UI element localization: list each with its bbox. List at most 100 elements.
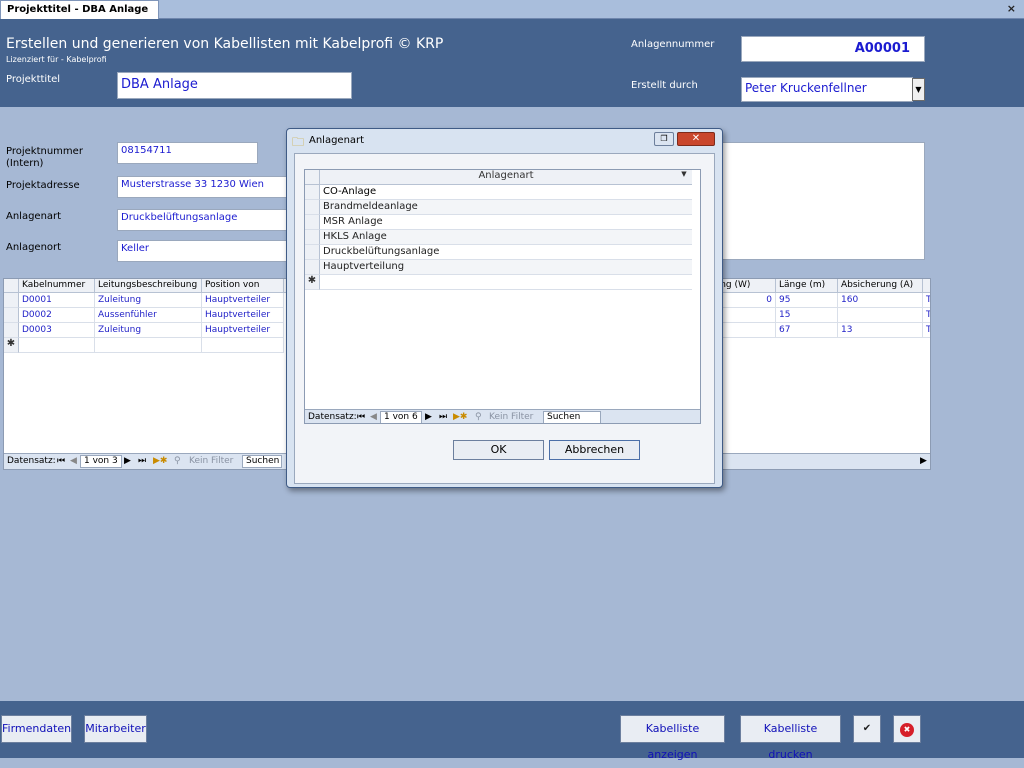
row-selector[interactable]	[4, 308, 19, 323]
row-selector[interactable]	[305, 215, 320, 230]
column-header[interactable]: Leitungsbeschreibung	[95, 279, 202, 293]
row-selector[interactable]	[305, 200, 320, 215]
column-header[interactable]: Position von	[202, 279, 284, 293]
plant-location-field[interactable]: Keller	[117, 240, 287, 262]
project-address-label: Projektadresse	[6, 180, 80, 191]
first-record-icon[interactable]: ⏮	[57, 456, 65, 466]
created-by-field[interactable]: Peter Kruckenfellner	[741, 77, 913, 102]
record-position-input[interactable]: 1 von 6	[380, 411, 422, 423]
column-header[interactable]: Absicherung (A)	[838, 279, 923, 293]
row-selector[interactable]	[305, 185, 320, 200]
chevron-down-icon[interactable]: ▼	[677, 170, 691, 185]
row-selector[interactable]	[305, 245, 320, 260]
table-cell[interactable]: 15	[776, 308, 838, 323]
employees-button[interactable]: Mitarbeiter	[84, 715, 147, 743]
row-selector[interactable]	[4, 293, 19, 308]
folder-icon: 🗀	[292, 135, 305, 149]
cancel-button[interactable]: ✖	[893, 715, 921, 743]
table-cell[interactable]: 160	[838, 293, 923, 308]
confirm-icon[interactable]: ✔	[853, 715, 881, 743]
row-selector[interactable]	[305, 230, 320, 245]
filter-icon[interactable]: ⚲	[475, 412, 482, 422]
project-title-field[interactable]: DBA Anlage	[117, 72, 352, 99]
show-cable-list-button[interactable]: Kabelliste anzeigen	[620, 715, 725, 761]
table-cell[interactable]: T	[923, 308, 930, 323]
project-address-field[interactable]: Musterstrasse 33 1230 Wien	[117, 176, 287, 198]
table-cell[interactable]: Hauptverteiler	[202, 323, 284, 338]
document-tab[interactable]: Projekttitel - DBA Anlage	[0, 0, 160, 19]
select-all-corner[interactable]	[4, 279, 19, 293]
record-position-input[interactable]: 1 von 3	[80, 455, 122, 468]
list-item[interactable]: Hauptverteilung	[320, 260, 692, 275]
table-cell[interactable]: Zuleitung	[95, 293, 202, 308]
scroll-right-icon[interactable]: ▶	[920, 456, 927, 466]
form-footer: Firmendaten Mitarbeiter Kabelliste anzei…	[0, 701, 1024, 761]
new-row-marker[interactable]: ✱	[4, 338, 19, 353]
ok-button[interactable]: OK	[453, 440, 544, 460]
plant-type-grid: Anlagenart ▼ CO-Anlage Brandmeldeanlage …	[304, 169, 701, 424]
row-selector[interactable]	[4, 323, 19, 338]
list-item[interactable]: Brandmeldeanlage	[320, 200, 692, 215]
table-cell[interactable]	[19, 338, 95, 353]
table-cell[interactable]: 95	[776, 293, 838, 308]
list-item[interactable]: MSR Anlage	[320, 215, 692, 230]
plant-type-label: Anlagenart	[6, 211, 62, 222]
license-text: Lizenziert für - Kabelprofi	[6, 55, 107, 64]
table-cell[interactable]: 67	[776, 323, 838, 338]
list-item[interactable]: CO-Anlage	[320, 185, 692, 200]
first-record-icon[interactable]: ⏮	[357, 412, 365, 422]
column-header[interactable]: Kabelnummer	[19, 279, 95, 293]
close-icon[interactable]: ×	[1007, 0, 1016, 17]
company-data-button[interactable]: Firmendaten	[1, 715, 72, 743]
dialog-title: Anlagenart	[309, 135, 365, 146]
list-item[interactable]	[320, 275, 692, 290]
new-record-icon[interactable]: ▶✱	[453, 412, 467, 422]
column-header[interactable]: Anlagenart	[320, 170, 692, 185]
search-input[interactable]: Suchen	[543, 411, 601, 423]
table-cell[interactable]	[202, 338, 284, 353]
prev-record-icon[interactable]: ◀	[370, 412, 377, 422]
table-cell[interactable]: Zuleitung	[95, 323, 202, 338]
table-cell[interactable]: 13	[838, 323, 923, 338]
table-cell[interactable]: Aussenfühler	[95, 308, 202, 323]
last-record-icon[interactable]: ⏭	[138, 456, 146, 466]
prev-record-icon[interactable]: ◀	[70, 456, 77, 466]
last-record-icon[interactable]: ⏭	[439, 412, 447, 422]
cancel-icon: ✖	[900, 723, 914, 737]
table-cell[interactable]	[95, 338, 202, 353]
table-cell[interactable]: T	[923, 323, 930, 338]
chevron-down-icon[interactable]: ▼	[912, 78, 925, 101]
table-cell[interactable]: D0001	[19, 293, 95, 308]
new-row-marker[interactable]: ✱	[305, 275, 320, 290]
print-cable-list-button[interactable]: Kabelliste drucken	[740, 715, 841, 761]
app-title: Erstellen und generieren von Kabellisten…	[6, 36, 444, 52]
no-filter-button[interactable]: Kein Filter	[189, 456, 233, 466]
filter-icon[interactable]: ⚲	[174, 456, 181, 466]
column-header[interactable]: Länge (m)	[776, 279, 838, 293]
table-cell[interactable]: D0002	[19, 308, 95, 323]
search-input[interactable]: Suchen	[242, 455, 282, 468]
next-record-icon[interactable]: ▶	[425, 412, 432, 422]
list-item[interactable]: Druckbelüftungsanlage	[320, 245, 692, 260]
table-cell[interactable]: Hauptverteiler	[202, 308, 284, 323]
restore-icon[interactable]: ❐	[654, 132, 674, 146]
select-all-corner[interactable]	[305, 170, 320, 185]
table-cell[interactable]	[838, 308, 923, 323]
cancel-dialog-button[interactable]: Abbrechen	[549, 440, 640, 460]
table-cell[interactable]: Hauptverteiler	[202, 293, 284, 308]
plant-location-label: Anlagenort	[6, 242, 62, 253]
plant-type-field[interactable]: Druckbelüftungsanlage	[117, 209, 287, 231]
record-label: Datensatz:	[7, 456, 56, 466]
no-filter-button[interactable]: Kein Filter	[489, 412, 533, 422]
notes-field[interactable]	[700, 142, 925, 260]
project-number-field[interactable]: 08154711	[117, 142, 258, 164]
project-number-label: Projektnummer (Intern)	[6, 146, 83, 169]
table-cell[interactable]: D0003	[19, 323, 95, 338]
table-cell[interactable]: T	[923, 293, 930, 308]
list-item[interactable]: HKLS Anlage	[320, 230, 692, 245]
next-record-icon[interactable]: ▶	[124, 456, 131, 466]
close-icon[interactable]: ✕	[677, 132, 715, 146]
row-selector[interactable]	[305, 260, 320, 275]
plant-number-field[interactable]: A00001	[741, 36, 925, 62]
new-record-icon[interactable]: ▶✱	[153, 456, 167, 466]
